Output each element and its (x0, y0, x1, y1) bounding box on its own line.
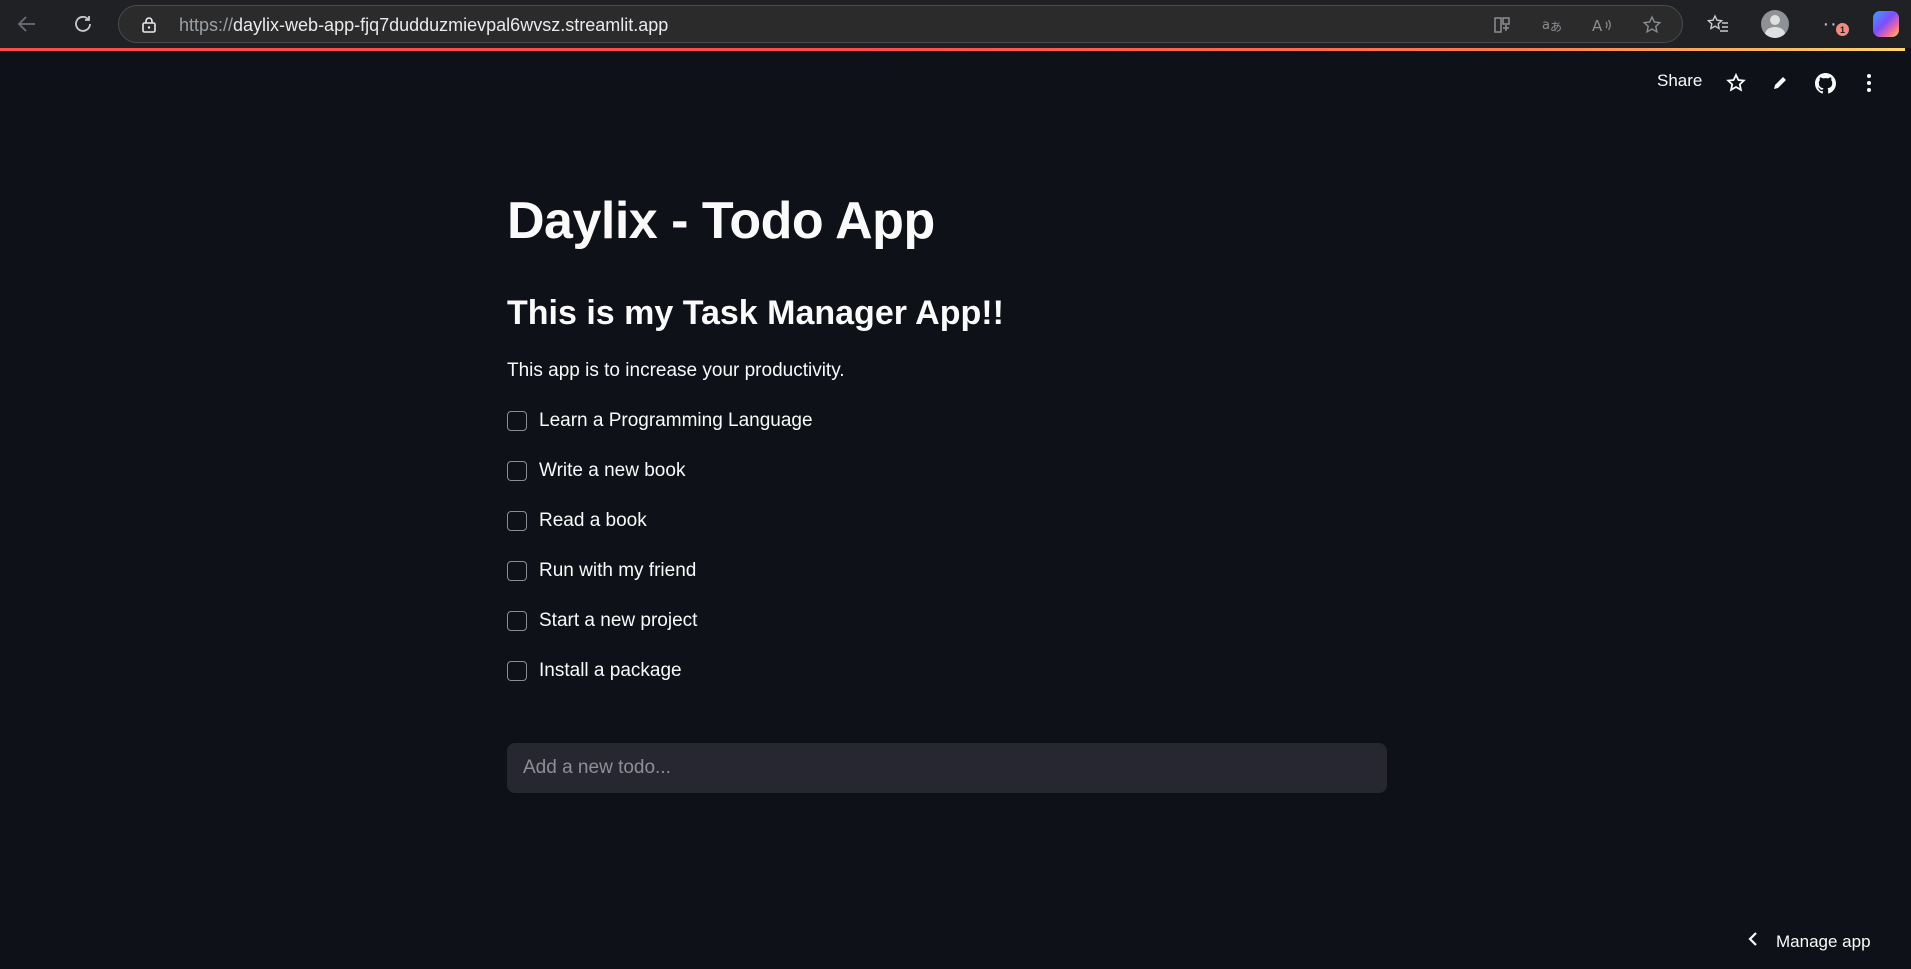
streamlit-app: Share Daylix - Todo App This is my Task … (0, 51, 1911, 969)
more-vertical-icon[interactable] (1855, 69, 1883, 97)
url-protocol: https:// (179, 15, 234, 35)
todo-label: Start a new project (539, 610, 698, 631)
todo-label: Write a new book (539, 460, 686, 481)
favorites-list-icon[interactable] (1701, 7, 1735, 41)
app-available-icon[interactable] (1489, 12, 1515, 38)
todo-item[interactable]: Start a new project (507, 606, 697, 636)
page-description: This app is to increase your productivit… (507, 360, 845, 381)
todo-label: Install a package (539, 660, 682, 681)
back-arrow-icon[interactable] (10, 7, 44, 41)
page-subtitle: This is my Task Manager App!! (507, 294, 1004, 332)
browser-toolbar: https://daylix-web-app-fjq7dudduzmievpal… (0, 0, 1911, 48)
github-icon[interactable] (1811, 69, 1839, 97)
translate-icon[interactable]: aあ (1539, 12, 1565, 38)
lock-icon[interactable] (141, 16, 157, 33)
todo-item[interactable]: Read a book (507, 506, 647, 536)
todo-label: Learn a Programming Language (539, 410, 813, 431)
share-button[interactable]: Share (1657, 71, 1702, 91)
copilot-icon[interactable] (1869, 7, 1903, 41)
favorite-star-icon[interactable] (1639, 12, 1665, 38)
svg-text:あ: あ (1550, 20, 1562, 34)
todo-checkbox[interactable] (507, 661, 527, 681)
read-aloud-icon[interactable]: A (1589, 12, 1615, 38)
address-bar[interactable]: https://daylix-web-app-fjq7dudduzmievpal… (118, 5, 1683, 43)
star-icon[interactable] (1722, 69, 1750, 97)
svg-text:a: a (1542, 18, 1550, 33)
chevron-left-icon (1748, 931, 1758, 953)
todo-item[interactable]: Write a new book (507, 456, 685, 486)
more-icon[interactable]: ··· 1 (1817, 7, 1851, 41)
todo-checkbox[interactable] (507, 461, 527, 481)
page-title: Daylix - Todo App (507, 192, 935, 250)
todo-checkbox[interactable] (507, 411, 527, 431)
todo-label: Read a book (539, 510, 647, 531)
edit-pencil-icon[interactable] (1766, 69, 1794, 97)
todo-item[interactable]: Learn a Programming Language (507, 406, 813, 436)
url-host: daylix-web-app-fjq7dudduzmievpal6wvsz.st… (233, 15, 669, 35)
manage-app-label: Manage app (1776, 932, 1871, 951)
manage-app-button[interactable]: Manage app (1748, 925, 1871, 959)
todo-checkbox[interactable] (507, 611, 527, 631)
todo-item[interactable]: Install a package (507, 656, 682, 686)
todo-item[interactable]: Run with my friend (507, 556, 696, 586)
reload-icon[interactable] (66, 7, 100, 41)
svg-text:A: A (1592, 17, 1603, 34)
url-text[interactable]: https://daylix-web-app-fjq7dudduzmievpal… (179, 6, 668, 44)
new-todo-input[interactable] (507, 743, 1387, 793)
profile-icon[interactable] (1758, 7, 1792, 41)
todo-checkbox[interactable] (507, 511, 527, 531)
todo-label: Run with my friend (539, 560, 697, 581)
notification-badge: 1 (1836, 23, 1849, 36)
todo-checkbox[interactable] (507, 561, 527, 581)
